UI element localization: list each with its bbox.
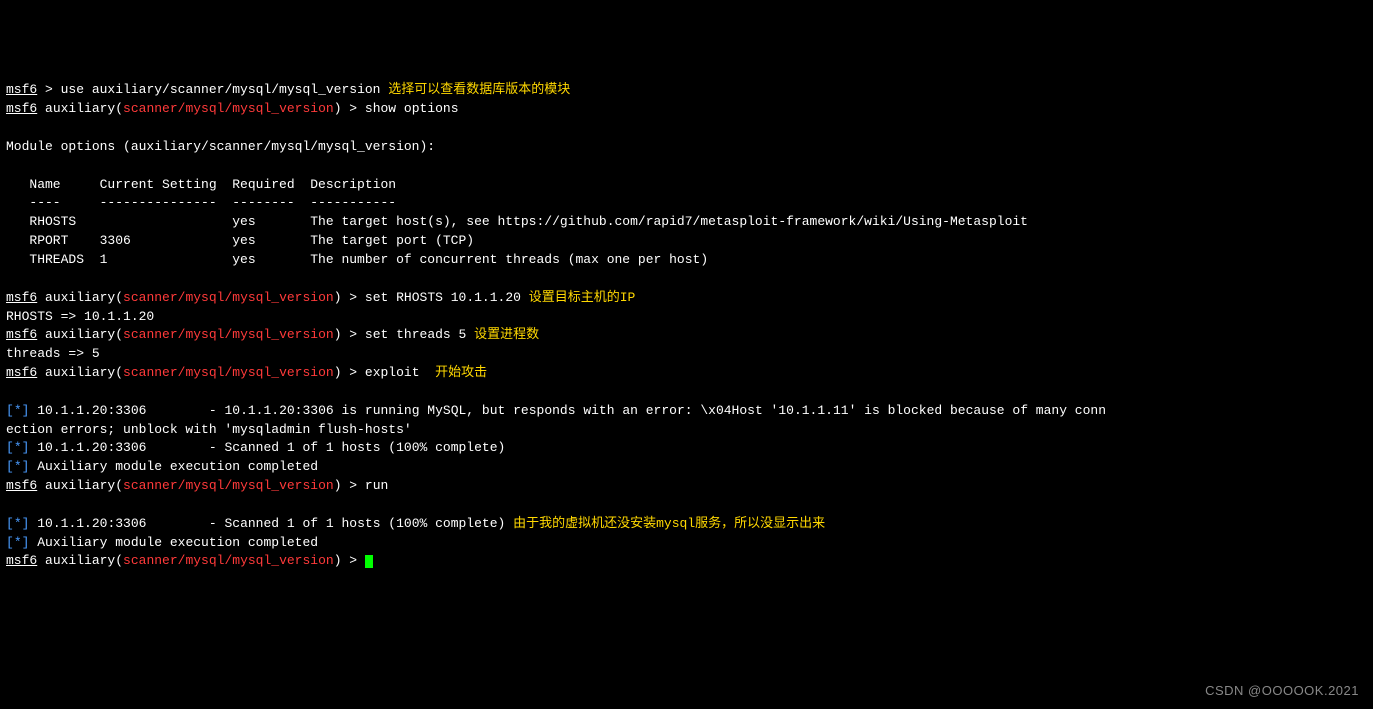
out-threads: threads => 5 (6, 346, 100, 361)
star-icon: * (14, 459, 22, 474)
cmd-use: use auxiliary/scanner/mysql/mysql_versio… (61, 82, 389, 97)
line: [*] 10.1.1.20:3306 - Scanned 1 of 1 host… (6, 440, 505, 455)
star-icon: * (14, 516, 22, 531)
cmd-set-rhosts: set RHOSTS 10.1.1.20 (365, 290, 529, 305)
annot-novm: 由于我的虚拟机还没安装mysql服务，所以没显示出来 (513, 516, 825, 531)
prompt-msf6: msf6 (6, 327, 37, 342)
cursor-icon (365, 555, 373, 568)
module-path: scanner/mysql/mysql_version (123, 553, 334, 568)
watermark: CSDN @OOOOOK.2021 (1205, 682, 1359, 701)
line: msf6 auxiliary(scanner/mysql/mysql_versi… (6, 101, 459, 116)
module-path: scanner/mysql/mysql_version (123, 290, 334, 305)
annot-threads: 设置进程数 (474, 327, 539, 342)
out-rhosts: RHOSTS => 10.1.1.20 (6, 309, 154, 324)
star-icon: * (14, 440, 22, 455)
module-path: scanner/mysql/mysql_version (123, 478, 334, 493)
line: [*] Auxiliary module execution completed (6, 459, 318, 474)
prompt-msf6: msf6 (6, 478, 37, 493)
prompt-msf6: msf6 (6, 101, 37, 116)
line: msf6 auxiliary(scanner/mysql/mysql_versi… (6, 327, 539, 342)
line: ection errors; unblock with 'mysqladmin … (6, 422, 412, 437)
line: [*] 10.1.1.20:3306 - 10.1.1.20:3306 is r… (6, 403, 1106, 418)
cmd-exploit: exploit (365, 365, 435, 380)
options-header: Module options (auxiliary/scanner/mysql/… (6, 139, 435, 154)
options-row: THREADS 1 yes The number of concurrent t… (6, 252, 708, 267)
cmd-run: run (365, 478, 388, 493)
star-icon: * (14, 403, 22, 418)
annot-exploit: 开始攻击 (435, 365, 487, 380)
options-row: RPORT 3306 yes The target port (TCP) (6, 233, 474, 248)
options-row: RHOSTS yes The target host(s), see https… (6, 214, 1028, 229)
star-icon: * (14, 535, 22, 550)
options-divider: ---- --------------- -------- ----------… (6, 195, 396, 210)
line: msf6 > use auxiliary/scanner/mysql/mysql… (6, 82, 570, 97)
prompt-msf6: msf6 (6, 553, 37, 568)
line: msf6 auxiliary(scanner/mysql/mysql_versi… (6, 365, 487, 380)
prompt-msf6: msf6 (6, 365, 37, 380)
line: [*] 10.1.1.20:3306 - Scanned 1 of 1 host… (6, 516, 825, 531)
cmd-set-threads: set threads 5 (365, 327, 474, 342)
cmd-show-options: show options (365, 101, 459, 116)
annot-use: 选择可以查看数据库版本的模块 (388, 82, 570, 97)
line: [*] Auxiliary module execution completed (6, 535, 318, 550)
line: msf6 auxiliary(scanner/mysql/mysql_versi… (6, 478, 388, 493)
options-col-headers: Name Current Setting Required Descriptio… (6, 177, 396, 192)
module-path: scanner/mysql/mysql_version (123, 101, 334, 116)
module-path: scanner/mysql/mysql_version (123, 365, 334, 380)
terminal[interactable]: msf6 > use auxiliary/scanner/mysql/mysql… (6, 81, 1367, 571)
line: msf6 auxiliary(scanner/mysql/mysql_versi… (6, 290, 635, 305)
prompt-msf6: msf6 (6, 82, 37, 97)
module-path: scanner/mysql/mysql_version (123, 327, 334, 342)
line: msf6 auxiliary(scanner/mysql/mysql_versi… (6, 553, 373, 568)
annot-rhosts: 设置目标主机的IP (529, 290, 636, 305)
prompt-msf6: msf6 (6, 290, 37, 305)
